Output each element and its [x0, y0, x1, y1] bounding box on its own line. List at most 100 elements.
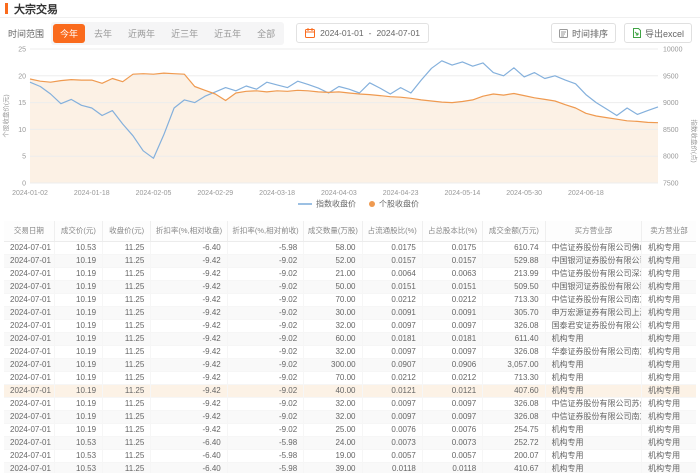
table-cell: 机构专用 — [642, 358, 696, 371]
table-cell: 11.25 — [103, 449, 151, 462]
table-row[interactable]: 2024-07-0110.1911.25-9.42-9.0221.000.006… — [4, 267, 696, 280]
table-cell: 2024-07-01 — [4, 241, 54, 254]
legend-stock-label[interactable]: 个股收盘价 — [379, 199, 419, 209]
table-cell: -9.42 — [151, 371, 227, 384]
table-cell: 0.0097 — [422, 397, 482, 410]
export-excel-button[interactable]: 导出excel — [624, 23, 692, 43]
table-row[interactable]: 2024-07-0110.1911.25-9.42-9.0232.000.009… — [4, 410, 696, 423]
table-cell: -9.42 — [151, 267, 227, 280]
table-cell: 24.00 — [304, 436, 362, 449]
table-cell: 0.0073 — [422, 436, 482, 449]
table-wrap: 交易日期 成交价(元) 收盘价(元) 折扣率(%,相对收盘) 折扣率(%,相对前… — [0, 219, 700, 473]
table-cell: -9.02 — [227, 293, 303, 306]
table-row[interactable]: 2024-07-0110.1911.25-9.42-9.0260.000.018… — [4, 332, 696, 345]
table-cell: 11.25 — [103, 423, 151, 436]
table-row[interactable]: 2024-07-0110.5311.25-6.40-5.9819.000.005… — [4, 449, 696, 462]
table-row[interactable]: 2024-07-0110.1911.25-9.42-9.0232.000.009… — [4, 397, 696, 410]
table-row[interactable]: 2024-07-0110.5311.25-6.40-5.9839.000.011… — [4, 462, 696, 473]
tab-3-years[interactable]: 近三年 — [164, 24, 205, 43]
table-body: 2024-07-0110.5311.25-6.40-5.9858.000.017… — [4, 241, 696, 473]
tab-5-years[interactable]: 近五年 — [207, 24, 248, 43]
table-cell: 0.0121 — [362, 384, 422, 397]
date-range-picker[interactable]: 2024-01-01 - 2024-07-01 — [296, 23, 429, 43]
table-cell: 2024-07-01 — [4, 462, 54, 473]
table-cell: 中国银河证券股份有限公司... — [545, 280, 642, 293]
table-cell: 10.19 — [54, 306, 102, 319]
table-cell: -9.02 — [227, 358, 303, 371]
legend-index-label[interactable]: 指数收盘价 — [316, 199, 356, 209]
table-cell: 中信证券股份有限公司深圳... — [545, 267, 642, 280]
table-cell: 机构专用 — [642, 371, 696, 384]
table-row[interactable]: 2024-07-0110.1911.25-9.42-9.0225.000.007… — [4, 423, 696, 436]
table-cell: 0.0097 — [362, 345, 422, 358]
table-cell: 0.0064 — [362, 267, 422, 280]
table-cell: -9.42 — [151, 345, 227, 358]
table-cell: 10.19 — [54, 410, 102, 423]
table-cell: 32.00 — [304, 397, 362, 410]
table-cell: 机构专用 — [642, 397, 696, 410]
toolbar: 时间范围 今年 去年 近两年 近三年 近五年 全部 2024-01-01 - 2… — [0, 20, 700, 46]
table-cell: 中信证券股份有限公司佛山... — [545, 241, 642, 254]
table-cell: 机构专用 — [642, 410, 696, 423]
table-cell: 39.00 — [304, 462, 362, 473]
x-axis-tick: 2024-01-18 — [74, 190, 110, 197]
table-cell: 11.25 — [103, 397, 151, 410]
range-label: 时间范围 — [8, 27, 44, 40]
table-cell: 326.08 — [483, 345, 545, 358]
right-axis-tick: 8500 — [663, 127, 679, 134]
table-cell: 0.0091 — [422, 306, 482, 319]
table-cell: 19.00 — [304, 449, 362, 462]
col-buyer: 买方营业部 — [545, 221, 642, 241]
table-cell: 10.19 — [54, 254, 102, 267]
time-sort-button[interactable]: 时间排序 — [551, 23, 616, 43]
table-cell: 0.0212 — [422, 293, 482, 306]
tab-all[interactable]: 全部 — [250, 24, 282, 43]
table-cell: 中信证券股份有限公司南京... — [545, 410, 642, 423]
table-cell: 611.40 — [483, 332, 545, 345]
table-cell: 0.0212 — [422, 371, 482, 384]
table-row[interactable]: 2024-07-0110.1911.25-9.42-9.0252.000.015… — [4, 254, 696, 267]
legend-stock-marker[interactable] — [369, 201, 375, 207]
date-end: 2024-07-01 — [376, 28, 419, 38]
tab-this-year[interactable]: 今年 — [53, 24, 85, 43]
table-cell: 11.25 — [103, 436, 151, 449]
tab-last-year[interactable]: 去年 — [87, 24, 119, 43]
table-row[interactable]: 2024-07-0110.1911.25-9.42-9.0232.000.009… — [4, 345, 696, 358]
table-cell: 机构专用 — [642, 280, 696, 293]
table-row[interactable]: 2024-07-0110.1911.25-9.42-9.0240.000.012… — [4, 384, 696, 397]
table-cell: 2024-07-01 — [4, 449, 54, 462]
table-cell: 11.25 — [103, 293, 151, 306]
table-cell: 11.25 — [103, 332, 151, 345]
tab-2-years[interactable]: 近两年 — [121, 24, 162, 43]
table-cell: 50.00 — [304, 280, 362, 293]
table-row[interactable]: 2024-07-0110.5311.25-6.40-5.9858.000.017… — [4, 241, 696, 254]
table-cell: 机构专用 — [642, 449, 696, 462]
table-cell: -9.42 — [151, 358, 227, 371]
stock-area — [30, 73, 658, 183]
table-row[interactable]: 2024-07-0110.1911.25-9.42-9.0232.000.009… — [4, 319, 696, 332]
table-cell: 0.0151 — [362, 280, 422, 293]
table-row[interactable]: 2024-07-0110.1911.25-9.42-9.0230.000.009… — [4, 306, 696, 319]
price-chart[interactable]: 05101520257500800085009000950010000个股收盘价… — [0, 46, 700, 214]
table-cell: 0.0157 — [422, 254, 482, 267]
table-row[interactable]: 2024-07-0110.5311.25-6.40-5.9824.000.007… — [4, 436, 696, 449]
table-cell: 0.0212 — [362, 371, 422, 384]
table-header-row: 交易日期 成交价(元) 收盘价(元) 折扣率(%,相对收盘) 折扣率(%,相对前… — [4, 221, 696, 241]
table-cell: 200.07 — [483, 449, 545, 462]
table-cell: -9.02 — [227, 371, 303, 384]
table-cell: 机构专用 — [545, 462, 642, 473]
table-cell: 2024-07-01 — [4, 410, 54, 423]
page-title: 大宗交易 — [14, 1, 58, 17]
table-cell: 2024-07-01 — [4, 423, 54, 436]
right-axis-tick: 7500 — [663, 181, 679, 188]
table-cell: 10.19 — [54, 423, 102, 436]
table-cell: 机构专用 — [642, 319, 696, 332]
range-segmented-control: 今年 去年 近两年 近三年 近五年 全部 — [51, 22, 284, 45]
table-cell: 0.0175 — [362, 241, 422, 254]
table-cell: -9.02 — [227, 410, 303, 423]
table-row[interactable]: 2024-07-0110.1911.25-9.42-9.0250.000.015… — [4, 280, 696, 293]
excel-icon — [632, 28, 641, 38]
table-row[interactable]: 2024-07-0110.1911.25-9.42-9.0270.000.021… — [4, 293, 696, 306]
table-row[interactable]: 2024-07-0110.1911.25-9.42-9.0270.000.021… — [4, 371, 696, 384]
table-row[interactable]: 2024-07-0110.1911.25-9.42-9.02300.000.09… — [4, 358, 696, 371]
